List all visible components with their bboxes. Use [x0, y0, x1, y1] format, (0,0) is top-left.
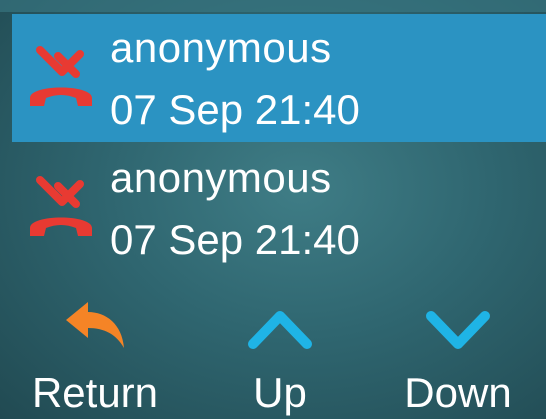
- softkey-bar: Return Up Down: [0, 290, 546, 419]
- return-softkey[interactable]: Return: [0, 290, 190, 419]
- caller-name: anonymous: [110, 24, 332, 71]
- top-strip: [0, 0, 546, 12]
- caller-name: anonymous: [110, 154, 332, 201]
- call-log-screen: anonymous 07 Sep 21:40 anonymous 07 Sep …: [0, 0, 546, 419]
- down-softkey[interactable]: Down: [370, 290, 546, 419]
- missed-call-icon: [30, 46, 92, 106]
- return-label: Return: [31, 369, 159, 416]
- down-label: Down: [404, 369, 512, 416]
- return-arrow-icon: [66, 302, 124, 348]
- chevron-up-icon: [248, 311, 312, 349]
- call-list-item[interactable]: anonymous 07 Sep 21:40: [12, 144, 546, 272]
- up-softkey[interactable]: Up: [195, 290, 365, 419]
- chevron-down-icon: [426, 311, 490, 349]
- call-list-item-selected[interactable]: anonymous 07 Sep 21:40: [12, 14, 546, 142]
- missed-call-icon: [30, 176, 92, 236]
- call-time: 07 Sep 21:40: [110, 216, 360, 263]
- up-label: Up: [253, 369, 307, 416]
- call-list: anonymous 07 Sep 21:40 anonymous 07 Sep …: [12, 14, 546, 272]
- call-time: 07 Sep 21:40: [110, 86, 360, 133]
